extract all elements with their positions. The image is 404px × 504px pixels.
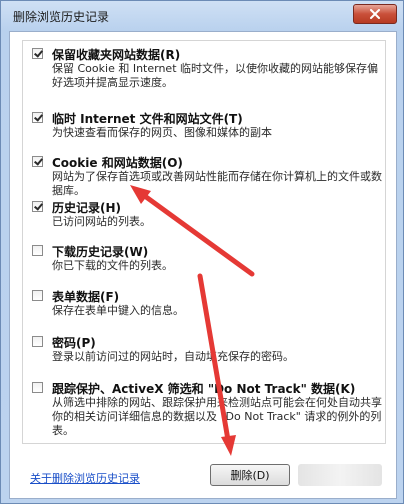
dialog-window: 删除浏览历史记录 保留收藏夹网站数据(R) 保留 Cookie 和 Intern… <box>0 0 404 504</box>
option-title: 保留收藏夹网站数据(R) <box>52 48 181 62</box>
checkbox-form-data[interactable] <box>32 290 43 301</box>
option-title: 下载历史记录(W) <box>52 245 149 259</box>
option-title: 临时 Internet 文件和网站文件(T) <box>52 112 243 126</box>
checkbox-history[interactable] <box>32 201 43 212</box>
option-description: 保留 Cookie 和 Internet 临时文件，以使你收藏的网站能够保存偏好… <box>52 62 378 89</box>
delete-button[interactable]: 删除(D) <box>210 464 290 486</box>
option-title: 密码(P) <box>52 336 96 350</box>
dialog-body: 保留收藏夹网站数据(R) 保留 Cookie 和 Internet 临时文件，以… <box>9 31 397 499</box>
close-button[interactable] <box>353 4 397 24</box>
checkbox-passwords[interactable] <box>32 336 43 347</box>
cancel-button-blurred[interactable] <box>298 464 382 486</box>
title-bar[interactable]: 删除浏览历史记录 <box>1 1 403 31</box>
option-description: 已访问网站的列表。 <box>52 215 151 228</box>
option-description: 为快速查看而保存的网页、图像和媒体的副本 <box>52 126 272 139</box>
option-title: 表单数据(F) <box>52 290 120 304</box>
option-title: 历史记录(H) <box>52 201 122 215</box>
option-description: 网站为了保存首选项或改善网站性能而存储在你计算机上的文件或数据库。 <box>52 170 382 197</box>
option-description: 保存在表单中键入的信息。 <box>52 304 184 317</box>
checkbox-preserve-favorites[interactable] <box>32 48 43 59</box>
close-icon <box>370 9 380 19</box>
option-description: 登录以前访问过的网站时，自动填充保存的密码。 <box>52 350 294 363</box>
option-description: 你已下载的文件的列表。 <box>52 259 173 272</box>
about-delete-history-link[interactable]: 关于删除浏览历史记录 <box>30 470 140 486</box>
checkbox-temp-files[interactable] <box>32 112 43 123</box>
checkbox-tracking-protection[interactable] <box>32 382 43 393</box>
option-title: 跟踪保护、ActiveX 筛选和 "Do Not Track" 数据(K) <box>52 382 356 396</box>
window-title: 删除浏览历史记录 <box>13 10 110 24</box>
option-description: 从筛选中排除的网站、跟踪保护用来检测站点可能会在何处自动共享你的相关访问详细信息… <box>52 396 382 437</box>
options-panel: 保留收藏夹网站数据(R) 保留 Cookie 和 Internet 临时文件，以… <box>22 40 386 444</box>
checkbox-cookies[interactable] <box>32 156 43 167</box>
option-title: Cookie 和网站数据(O) <box>52 156 183 170</box>
checkbox-download-history[interactable] <box>32 245 43 256</box>
